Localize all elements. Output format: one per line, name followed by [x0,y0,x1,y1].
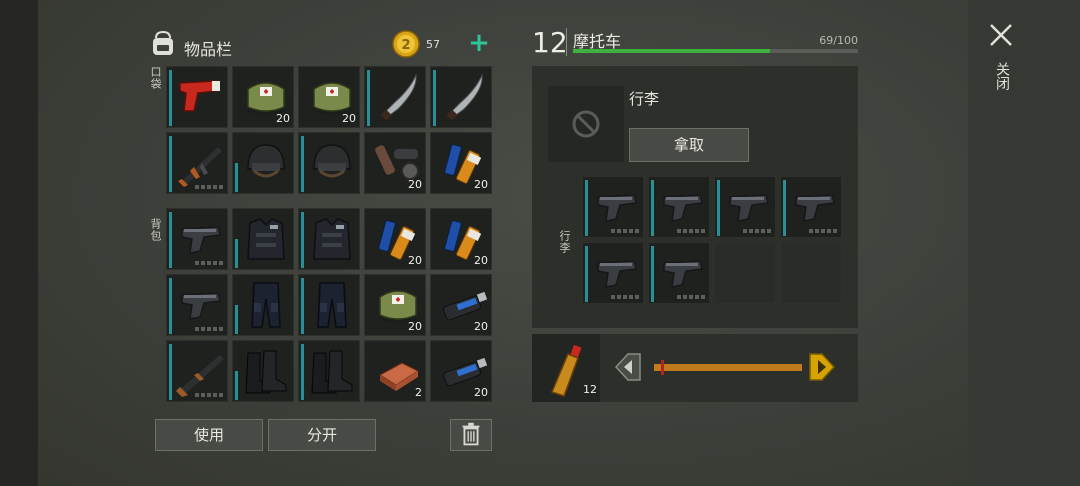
inventory-slot-medical-bag[interactable]: 20 [364,274,426,336]
inventory-slot-machete[interactable] [430,66,492,128]
trash-icon [462,422,480,446]
split-button[interactable]: 分开 [268,419,376,451]
use-button[interactable]: 使用 [155,419,263,451]
inventory-slot-helmet[interactable] [232,132,294,194]
inventory-slot-tactical-vest[interactable] [298,208,360,270]
fuel-slider-handle[interactable] [661,360,664,375]
backpack-label: 背包 [149,218,162,242]
pistol-icon [597,194,637,222]
inventory-slot-assault-rifle[interactable] [166,132,228,194]
close-icon[interactable] [988,22,1014,48]
inventory-slot-shotgun[interactable] [166,340,228,402]
inventory-title: 物品栏 [184,40,233,59]
coin-count: 57 [426,38,440,51]
trunk-slot-pistol[interactable] [582,242,644,304]
inventory-slot-parts[interactable]: 20 [364,132,426,194]
machete-icon [379,74,417,122]
inventory-slot-batteries[interactable]: 20 [430,208,492,270]
assault-rifle-icon [178,147,222,187]
trunk-slot-pistol[interactable] [648,176,710,238]
inventory-slot-medical-bag[interactable]: 20 [298,66,360,128]
trunk-title: 行李 [629,90,660,108]
no-entry-icon [572,110,600,138]
inventory-slot-tactical-pants[interactable] [298,274,360,336]
backpack-icon [153,30,173,55]
inventory-header: 物品栏 2 57 + [148,28,493,62]
inventory-slot-usb-drive[interactable]: 20 [430,340,492,402]
inventory-slot-boots[interactable] [298,340,360,402]
boots-icon [245,350,287,394]
machete-icon [445,74,483,122]
tactical-pants-icon [251,282,281,328]
helmet-icon [246,143,286,178]
svg-text:2: 2 [401,38,410,53]
inventory-slot-machete[interactable] [364,66,426,128]
boots-icon [311,350,353,394]
increase-arrow-icon[interactable] [808,350,838,384]
inventory-slot-medical-bag[interactable]: 20 [232,66,294,128]
tactical-vest-icon [313,218,351,260]
tactical-pants-icon [317,282,347,328]
trunk-slot-empty[interactable] [780,242,842,304]
helmet-icon [312,143,352,178]
pistol-icon [181,226,221,254]
trunk-slot-pistol[interactable] [780,176,842,238]
close-label[interactable]: 关闭 [992,62,1012,90]
inventory-slot-usb-drive[interactable]: 20 [430,274,492,336]
trunk-slot-pistol[interactable] [648,242,710,304]
inventory-slot-flare-gun[interactable] [166,66,228,128]
coin-icon: 2 [392,30,420,58]
inventory-slot-copper-ingot[interactable]: 2 [364,340,426,402]
pistol-icon [795,194,835,222]
trunk-slot-pistol[interactable] [714,176,776,238]
right-side-panel [968,0,1080,486]
pistol-icon [597,260,637,288]
pistol-icon [663,260,703,288]
take-all-button[interactable]: 拿取 [629,128,749,162]
left-margin [0,0,38,486]
vehicle-capacity: 69/100 [819,34,858,47]
inventory-slot-batteries[interactable]: 20 [430,132,492,194]
inventory-slot-batteries[interactable]: 20 [364,208,426,270]
pistol-icon [181,292,221,320]
trunk-slot-pistol[interactable] [582,176,644,238]
inventory-slot-boots[interactable] [232,340,294,402]
trunk-slot-empty[interactable] [714,242,776,304]
fuel-slider-track[interactable] [654,364,802,371]
decrease-arrow-icon[interactable] [612,350,642,384]
shotgun-icon [176,355,224,397]
vehicle-capacity-bar [573,49,858,53]
fuel-quantity: 12 [583,383,597,396]
pockets-label: 口袋 [149,66,162,90]
vehicle-level: 12 [532,26,568,59]
pistol-icon [663,194,703,222]
vehicle-divider [566,28,567,56]
add-coins-button[interactable]: + [466,30,492,58]
trash-button[interactable] [450,419,492,451]
inventory-slot-pistol[interactable] [166,208,228,270]
inventory-slot-tactical-pants[interactable] [232,274,294,336]
inventory-slot-pistol[interactable] [166,274,228,336]
inventory-slot-tactical-vest[interactable] [232,208,294,270]
trunk-icon-box [548,86,624,162]
trunk-label: 行李 [558,230,571,254]
tactical-vest-icon [247,218,285,260]
flare-gun-icon [179,80,221,112]
inventory-slot-helmet[interactable] [298,132,360,194]
vehicle-capacity-fill [573,49,770,53]
pistol-icon [729,194,769,222]
